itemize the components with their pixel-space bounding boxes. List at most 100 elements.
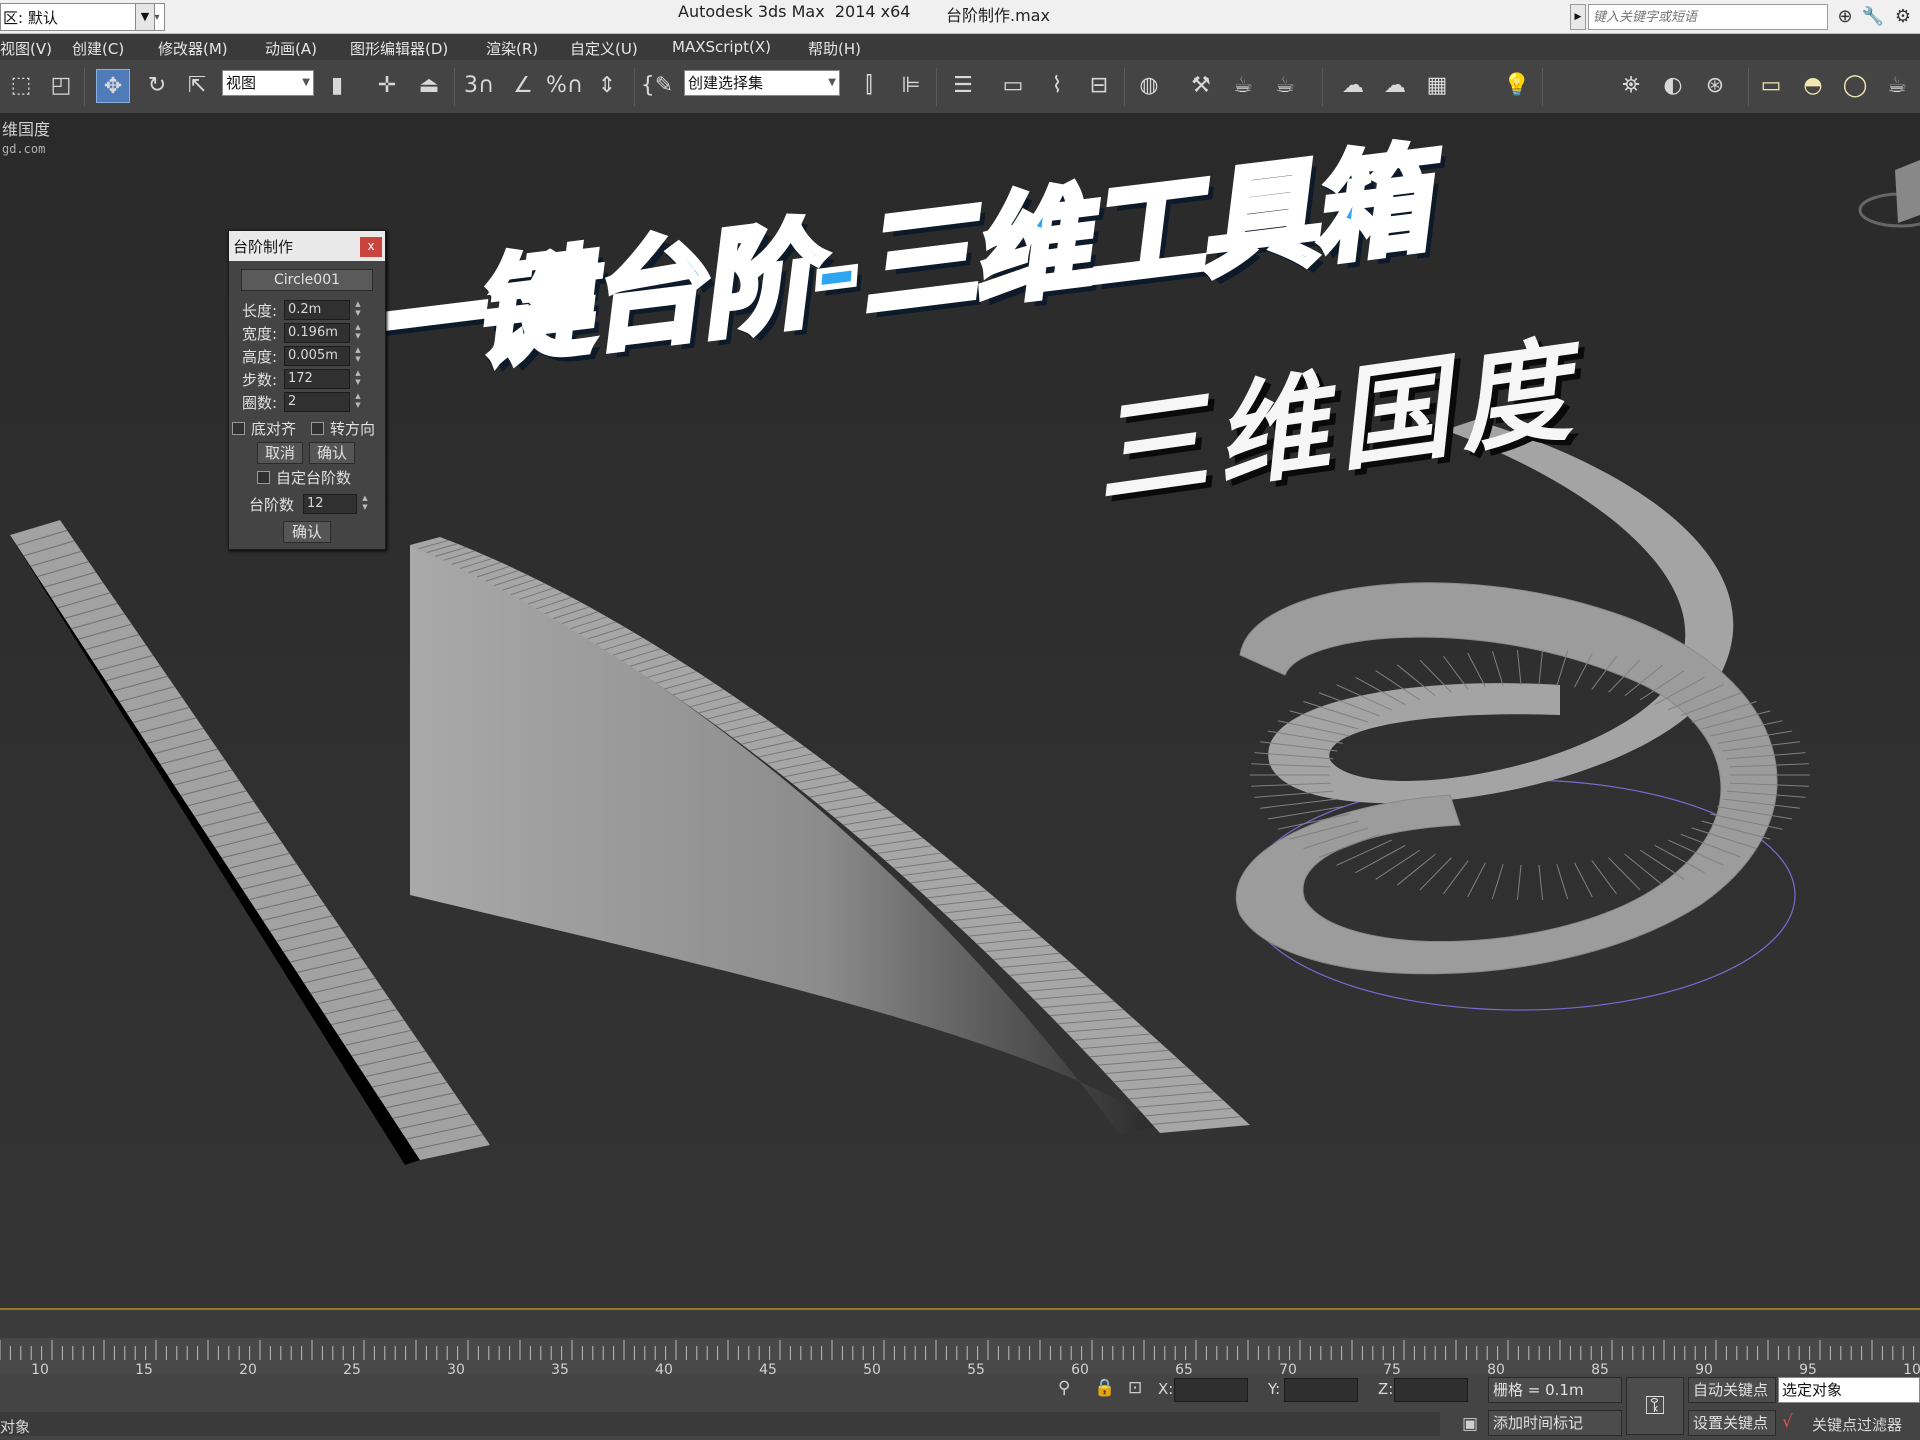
viewcube-icon[interactable] — [1895, 160, 1920, 223]
menu-customize[interactable]: 自定义(U) — [570, 38, 638, 59]
key-icon[interactable]: ⚿ — [1626, 1377, 1684, 1435]
select-move-icon[interactable]: ✥ — [96, 69, 130, 103]
graphite-ribbon-icon[interactable]: ▭ — [996, 69, 1030, 103]
mirror-icon[interactable]: ⫿ — [852, 69, 886, 103]
menu-help[interactable]: 帮助(H) — [808, 38, 861, 59]
search-expand-button[interactable]: ▶ — [1570, 4, 1586, 30]
dialog-titlebar[interactable]: 台阶制作 x — [229, 231, 385, 261]
timeline[interactable]: 10 15 20 25 30 35 40 45 50 55 60 65 70 75 80 85 90 95 10 — [0, 1308, 1920, 1378]
absolute-mode-icon[interactable]: ⊡ — [1128, 1378, 1142, 1398]
search-input[interactable] — [1588, 4, 1828, 30]
set-key-button[interactable]: 设置关键点 — [1688, 1410, 1776, 1436]
window-crossing-icon[interactable]: ◰ — [44, 69, 78, 103]
align-icon[interactable]: ⊫ — [894, 69, 928, 103]
add-time-tag-button[interactable]: 添加时间标记 — [1488, 1410, 1622, 1436]
render-iterative-icon[interactable]: ☁ — [1336, 69, 1370, 103]
step-count-spinner[interactable]: ▲ ▼ — [359, 494, 371, 514]
named-selection-set-dropdown[interactable]: 创建选择集 ▼ — [684, 70, 840, 96]
pick-path-button[interactable]: Circle001 — [241, 269, 373, 291]
render-dialog-icon[interactable]: ▦ — [1420, 69, 1454, 103]
menu-animation[interactable]: 动画(A) — [265, 38, 317, 59]
turns-spinner[interactable]: ▲ ▼ — [352, 392, 364, 412]
length-input[interactable]: 0.2m — [284, 300, 350, 320]
select-manipulate-icon[interactable]: ✛ — [370, 69, 404, 103]
sphere-half-icon[interactable]: ◐ — [1656, 69, 1690, 103]
angle-snap-icon[interactable]: ∠ — [506, 69, 540, 103]
schematic-view-icon[interactable]: ⊟ — [1082, 69, 1116, 103]
auto-key-button[interactable]: 自动关键点 — [1688, 1377, 1776, 1403]
reverse-direction-checkbox[interactable]: 转方向 — [311, 418, 375, 438]
teapot-icon[interactable]: ☕ — [1880, 69, 1914, 103]
key-target-dropdown[interactable]: 选定对象 — [1778, 1377, 1920, 1403]
steps-row: 步数: 172 ▲ ▼ — [242, 368, 364, 390]
edit-named-selection-icon[interactable]: {✎ — [640, 69, 674, 103]
pin-icon[interactable]: ⚙ — [1890, 5, 1916, 29]
key-filter-icon[interactable]: √ — [1782, 1412, 1793, 1432]
y-coordinate-field[interactable] — [1284, 1378, 1358, 1402]
step-count-input[interactable]: 12 — [303, 494, 357, 514]
track-bar-ticks — [0, 1340, 1915, 1360]
toolbar-separator — [936, 68, 937, 106]
app-title: Autodesk 3ds Max 2014 x64 — [678, 2, 911, 21]
keyboard-shortcut-icon[interactable]: ⏏ — [412, 69, 446, 103]
camera-icon[interactable]: ⛯ — [1614, 69, 1648, 103]
grid-spacing: 栅格 = 0.1m — [1488, 1377, 1622, 1403]
z-coordinate-field[interactable] — [1394, 1378, 1468, 1402]
percent-snap-label: % — [546, 73, 567, 98]
plane-light-icon[interactable]: ▭ — [1754, 69, 1788, 103]
omni-light-icon[interactable]: 💡 — [1500, 69, 1534, 103]
wrench-icon[interactable]: 🔧 — [1860, 5, 1886, 29]
width-spinner[interactable]: ▲ ▼ — [352, 323, 364, 343]
material-editor-icon[interactable]: ◍ — [1132, 69, 1166, 103]
cancel-button[interactable]: 取消 — [257, 442, 303, 464]
steps-spinner[interactable]: ▲ ▼ — [352, 369, 364, 389]
percent-snap-icon[interactable]: %∩ — [546, 69, 583, 103]
render-setup-icon[interactable]: ⚒ — [1184, 69, 1218, 103]
lock-icon[interactable]: 🔒 — [1094, 1378, 1115, 1398]
layer-manager-icon[interactable]: ☰ — [946, 69, 980, 103]
render-frame-icon[interactable]: ☕ — [1226, 69, 1260, 103]
track-bar[interactable] — [0, 1338, 1920, 1376]
confirm-steps-button[interactable]: 确认 — [283, 521, 331, 543]
activeshade-icon[interactable]: ☁ — [1378, 69, 1412, 103]
height-input[interactable]: 0.005m — [284, 346, 350, 366]
pivot-center-icon[interactable]: ▮ — [320, 69, 354, 103]
isolate-selection-icon[interactable]: ⚲ — [1058, 1378, 1070, 1398]
length-spinner[interactable]: ▲ ▼ — [352, 300, 364, 320]
binoculars-icon[interactable]: ⊕ — [1832, 5, 1858, 29]
steps-label: 步数: — [242, 370, 278, 389]
select-region-icon[interactable]: ⬚ — [4, 69, 38, 103]
video-camera-icon[interactable]: ⊛ — [1698, 69, 1732, 103]
menu-modifiers[interactable]: 修改器(M) — [158, 38, 228, 59]
height-spinner[interactable]: ▲ ▼ — [352, 346, 364, 366]
select-rotate-icon[interactable]: ↻ — [140, 69, 174, 103]
spinner-snap-icon[interactable]: ⇕ — [590, 69, 624, 103]
curve-editor-icon[interactable]: ⌇ — [1040, 69, 1074, 103]
menu-bar: 视图(V) 创建(C) 修改器(M) 动画(A) 图形编辑器(D) 渲染(R) … — [0, 34, 1920, 60]
quick-access-menu-button[interactable]: ▼ — [135, 3, 155, 31]
sphere-light-icon[interactable]: ◯ — [1838, 69, 1872, 103]
close-button[interactable]: x — [360, 237, 382, 257]
select-scale-icon[interactable]: ⇱ — [180, 69, 214, 103]
turns-input[interactable]: 2 — [284, 392, 350, 412]
key-filters-button[interactable]: 关键点过滤器 — [1812, 1414, 1902, 1435]
menu-graph-editors[interactable]: 图形编辑器(D) — [350, 38, 448, 59]
viewport-label[interactable]: 维国度 — [2, 120, 50, 140]
confirm-button[interactable]: 确认 — [309, 442, 355, 464]
step-count-label: 台阶数 — [249, 495, 295, 514]
dome-light-icon[interactable]: ◓ — [1796, 69, 1830, 103]
file-title: 台阶制作.max — [946, 6, 1050, 25]
custom-steps-checkbox[interactable]: 自定台阶数 — [257, 467, 351, 487]
menu-create[interactable]: 创建(C) — [72, 38, 124, 59]
menu-view[interactable]: 视图(V) — [0, 38, 52, 59]
x-coordinate-field[interactable] — [1174, 1378, 1248, 1402]
steps-input[interactable]: 172 — [284, 369, 350, 389]
time-tag-icon[interactable]: ▣ — [1462, 1414, 1478, 1434]
render-production-icon[interactable]: ☕ — [1268, 69, 1302, 103]
menu-maxscript[interactable]: MAXScript(X) — [672, 38, 771, 56]
snaps-toggle-icon[interactable]: 3∩ — [462, 69, 496, 103]
menu-rendering[interactable]: 渲染(R) — [486, 38, 538, 59]
width-input[interactable]: 0.196m — [284, 323, 350, 343]
reference-coordinate-dropdown[interactable]: 视图 ▼ — [222, 70, 314, 96]
bottom-align-checkbox[interactable]: 底对齐 — [232, 418, 296, 438]
